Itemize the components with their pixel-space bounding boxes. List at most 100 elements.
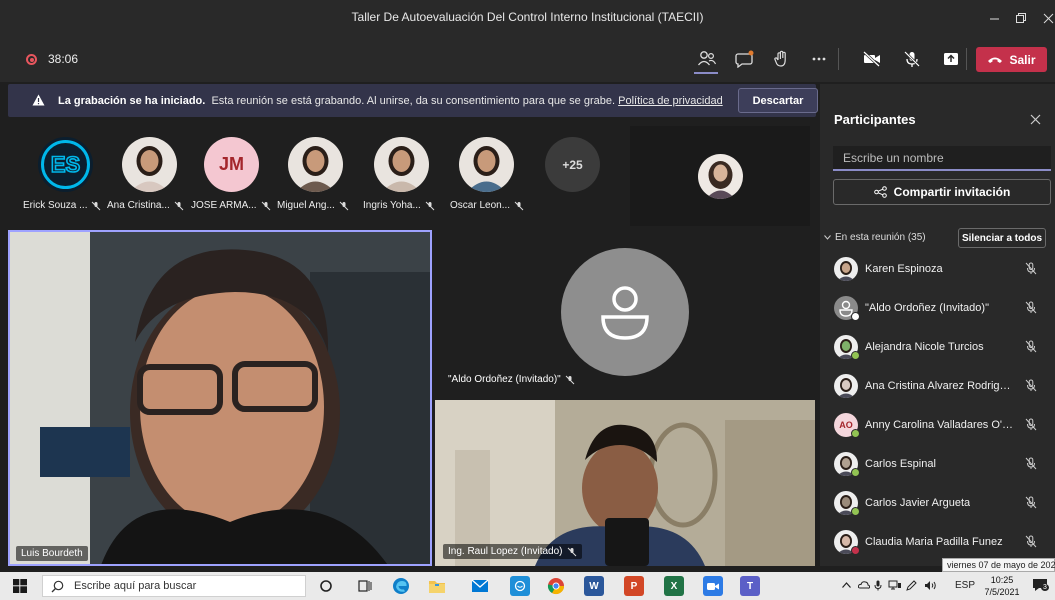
file-explorer-icon[interactable] xyxy=(427,576,447,596)
presence-status-icon xyxy=(851,468,860,477)
banner-message: Esta reunión se está grabando. Al unirse… xyxy=(211,95,616,107)
cortana-icon[interactable] xyxy=(316,576,336,596)
mic-off-icon xyxy=(1025,457,1037,470)
close-icon[interactable] xyxy=(1030,112,1041,129)
excel-icon[interactable]: X xyxy=(664,576,684,596)
recording-icon xyxy=(26,54,37,65)
windows-start-icon[interactable] xyxy=(13,579,27,598)
mail-icon[interactable] xyxy=(470,576,490,596)
banner-text: La grabación se ha iniciado. Esta reunió… xyxy=(58,95,723,107)
chat-icon[interactable] xyxy=(732,46,758,72)
participant-avatar[interactable]: ES xyxy=(38,137,93,192)
participant-name: Carlos Espinal xyxy=(865,458,936,470)
participant-name-tag: "Aldo Ordoñez (Invitado)" xyxy=(443,372,580,387)
participant-avatar[interactable] xyxy=(122,137,177,192)
taskbar-search-input[interactable]: Escribe aquí para buscar xyxy=(42,575,306,597)
raise-hand-icon[interactable] xyxy=(769,46,795,72)
participant-avatar[interactable] xyxy=(374,137,429,192)
camera-off-icon[interactable] xyxy=(859,46,885,72)
participant-name-tag: Ing. Raul Lopez (Invitado) xyxy=(443,544,582,559)
mic-off-icon xyxy=(1025,262,1037,275)
main-video-tile[interactable]: Luis Bourdeth xyxy=(8,230,432,566)
toolbar-divider xyxy=(838,48,839,70)
microphone-icon[interactable] xyxy=(874,580,882,594)
dismiss-button[interactable]: Descartar xyxy=(738,88,818,113)
teams-icon[interactable]: T xyxy=(740,576,760,596)
in-meeting-section-toggle[interactable]: En esta reunión (35) xyxy=(824,232,926,243)
clock-time: 10:25 xyxy=(990,575,1014,585)
participant-name: Alejandra Nicole Turcios xyxy=(865,341,984,353)
panel-title: Participantes xyxy=(834,112,916,127)
privacy-link[interactable]: Política de privacidad xyxy=(618,95,723,107)
chrome-icon[interactable] xyxy=(546,576,566,596)
edge-icon[interactable] xyxy=(391,576,411,596)
participants-panel: Participantes Escribe un nombre Comparti… xyxy=(820,84,1055,566)
participant-name: "Aldo Ordoñez (Invitado)" xyxy=(448,374,561,385)
word-icon[interactable]: W xyxy=(584,576,604,596)
powerpoint-icon[interactable]: P xyxy=(624,576,644,596)
mic-off-icon xyxy=(1025,301,1037,314)
people-active-indicator xyxy=(694,72,718,74)
store-icon[interactable] xyxy=(510,576,530,596)
mic-off-icon xyxy=(339,201,349,210)
notifications-icon[interactable]: 3 xyxy=(1032,577,1049,596)
share-screen-icon[interactable] xyxy=(938,46,964,72)
participant-list-item[interactable]: AO Anny Carolina Valladares O'co... xyxy=(820,408,1055,447)
participant-search-input[interactable]: Escribe un nombre xyxy=(833,146,1051,171)
avatar-initials: AO xyxy=(839,420,853,430)
participant-name: Carlos Javier Argueta xyxy=(865,497,971,509)
participant-avatar[interactable]: JM xyxy=(204,137,259,192)
participant-avatar xyxy=(834,374,858,398)
participant-avatar[interactable] xyxy=(288,137,343,192)
language-indicator[interactable]: ESP xyxy=(955,580,975,591)
clock-date: 7/5/2021 xyxy=(984,587,1020,597)
mic-off-icon xyxy=(1025,535,1037,548)
participant-list-item[interactable]: Alejandra Nicole Turcios xyxy=(820,330,1055,369)
meeting-toolbar: 38:06 Salir xyxy=(0,36,1055,82)
share-icon xyxy=(873,186,887,198)
search-icon xyxy=(51,580,64,592)
mic-off-icon[interactable] xyxy=(899,46,925,72)
volume-icon[interactable] xyxy=(924,580,938,594)
participant-list-item[interactable]: Carlos Espinal xyxy=(820,447,1055,486)
mic-off-icon xyxy=(565,375,575,384)
participant-name: "Aldo Ordoñez (Invitado)" xyxy=(865,302,989,314)
participant-list-item[interactable]: Ana Cristina Alvarez Rodriguez xyxy=(820,369,1055,408)
taskbar-clock[interactable]: 10:25 7/5/2021 xyxy=(982,574,1022,598)
leave-button[interactable]: Salir xyxy=(976,47,1047,72)
leave-label: Salir xyxy=(1009,52,1036,67)
task-view-icon[interactable] xyxy=(355,576,375,596)
maximize-icon[interactable] xyxy=(1009,8,1031,28)
minimize-icon[interactable] xyxy=(983,8,1005,28)
participant-name: Ing. Raul Lopez (Invitado) xyxy=(448,546,563,557)
strip-participant-name: Oscar Leon... xyxy=(450,200,524,211)
chevron-down-icon xyxy=(824,235,831,240)
participant-name: Claudia Maria Padilla Funez xyxy=(865,536,1003,548)
mic-off-icon xyxy=(261,201,270,210)
raul-video-tile[interactable]: Ing. Raul Lopez (Invitado) xyxy=(435,400,815,566)
mic-off-icon xyxy=(567,547,576,556)
participant-list-item[interactable]: "Aldo Ordoñez (Invitado)" xyxy=(820,291,1055,330)
pen-icon[interactable] xyxy=(906,580,918,594)
more-icon[interactable] xyxy=(806,46,832,72)
people-icon[interactable] xyxy=(694,46,720,72)
share-invite-button[interactable]: Compartir invitación xyxy=(833,179,1051,205)
overflow-participants[interactable]: +25 xyxy=(545,137,600,192)
mic-off-icon xyxy=(514,201,524,210)
close-icon[interactable] xyxy=(1037,8,1055,28)
zoom-icon[interactable] xyxy=(703,576,723,596)
participant-list-item[interactable]: Karen Espinoza xyxy=(820,252,1055,291)
network-icon[interactable] xyxy=(888,580,902,593)
chevron-up-icon[interactable] xyxy=(842,580,851,591)
side-video-tile[interactable] xyxy=(630,126,810,226)
participant-name: Oscar Leon... xyxy=(450,200,511,211)
aldo-video-tile[interactable]: "Aldo Ordoñez (Invitado)" xyxy=(435,230,815,396)
onedrive-icon[interactable] xyxy=(857,580,871,593)
participant-list-item[interactable]: Carlos Javier Argueta xyxy=(820,486,1055,525)
strip-participant-name: Ana Cristina... xyxy=(107,200,184,211)
strip-participant-name: Erick Souza ... xyxy=(23,200,101,211)
mute-all-button[interactable]: Silenciar a todos xyxy=(958,228,1046,248)
participant-name: Ana Cristina Alvarez Rodriguez xyxy=(865,380,1015,392)
participant-avatar[interactable] xyxy=(459,137,514,192)
date-tooltip: viernes 07 de mayo de 2021 xyxy=(942,558,1055,572)
